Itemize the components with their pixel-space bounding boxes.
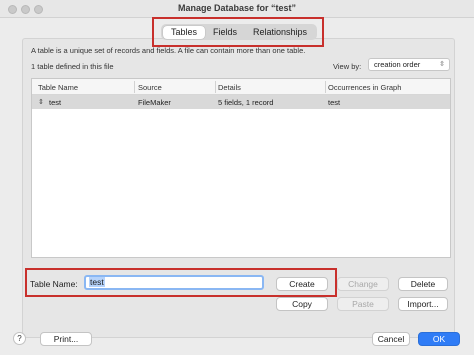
tables-list: Table Name Source Details Occurrences in… [31,78,451,258]
tab-relationships[interactable]: Relationships [245,26,315,39]
reorder-handle-icon[interactable]: ⇕ [38,98,44,106]
paste-button[interactable]: Paste [337,297,389,311]
table-row[interactable]: ⇕ test FileMaker 5 fields, 1 record test [32,95,450,109]
help-button[interactable]: ? [13,332,26,345]
table-header: Table Name Source Details Occurrences in… [32,79,450,95]
print-button[interactable]: Print... [40,332,92,346]
table-count: 1 table defined in this file [31,62,114,71]
view-by-value: creation order [374,60,421,69]
table-name-label: Table Name: [30,279,78,289]
ok-button[interactable]: OK [418,332,460,346]
create-button[interactable]: Create [276,277,328,291]
column-divider [215,81,216,93]
column-header-table-name[interactable]: Table Name [38,83,78,92]
change-button[interactable]: Change [337,277,389,291]
tab-fields[interactable]: Fields [205,26,245,39]
column-divider [134,81,135,93]
table-name-input[interactable]: test [84,275,264,290]
column-header-occurrences[interactable]: Occurrences in Graph [328,83,401,92]
manage-database-window: Manage Database for “test” Tables Fields… [0,0,474,355]
tab-tables[interactable]: Tables [163,25,206,39]
view-by-select[interactable]: creation order ⇳ [368,58,450,71]
tab-bar: Tables Fields Relationships [161,24,317,40]
row-table-name: test [49,98,62,107]
row-source: FileMaker [138,98,171,107]
column-header-details[interactable]: Details [218,83,241,92]
delete-button[interactable]: Delete [398,277,448,291]
copy-button[interactable]: Copy [276,297,328,311]
import-button[interactable]: Import... [398,297,448,311]
view-by-label: View by: [333,62,362,71]
title-bar: Manage Database for “test” [0,0,474,18]
column-header-source[interactable]: Source [138,83,162,92]
row-details: 5 fields, 1 record [218,98,274,107]
window-title: Manage Database for “test” [177,3,297,13]
tables-description: A table is a unique set of records and f… [31,46,306,55]
chevron-updown-icon: ⇳ [439,61,445,68]
cancel-button[interactable]: Cancel [372,332,410,346]
table-name-value: test [89,277,105,287]
column-divider [325,81,326,93]
row-occurrences: test [328,98,341,107]
